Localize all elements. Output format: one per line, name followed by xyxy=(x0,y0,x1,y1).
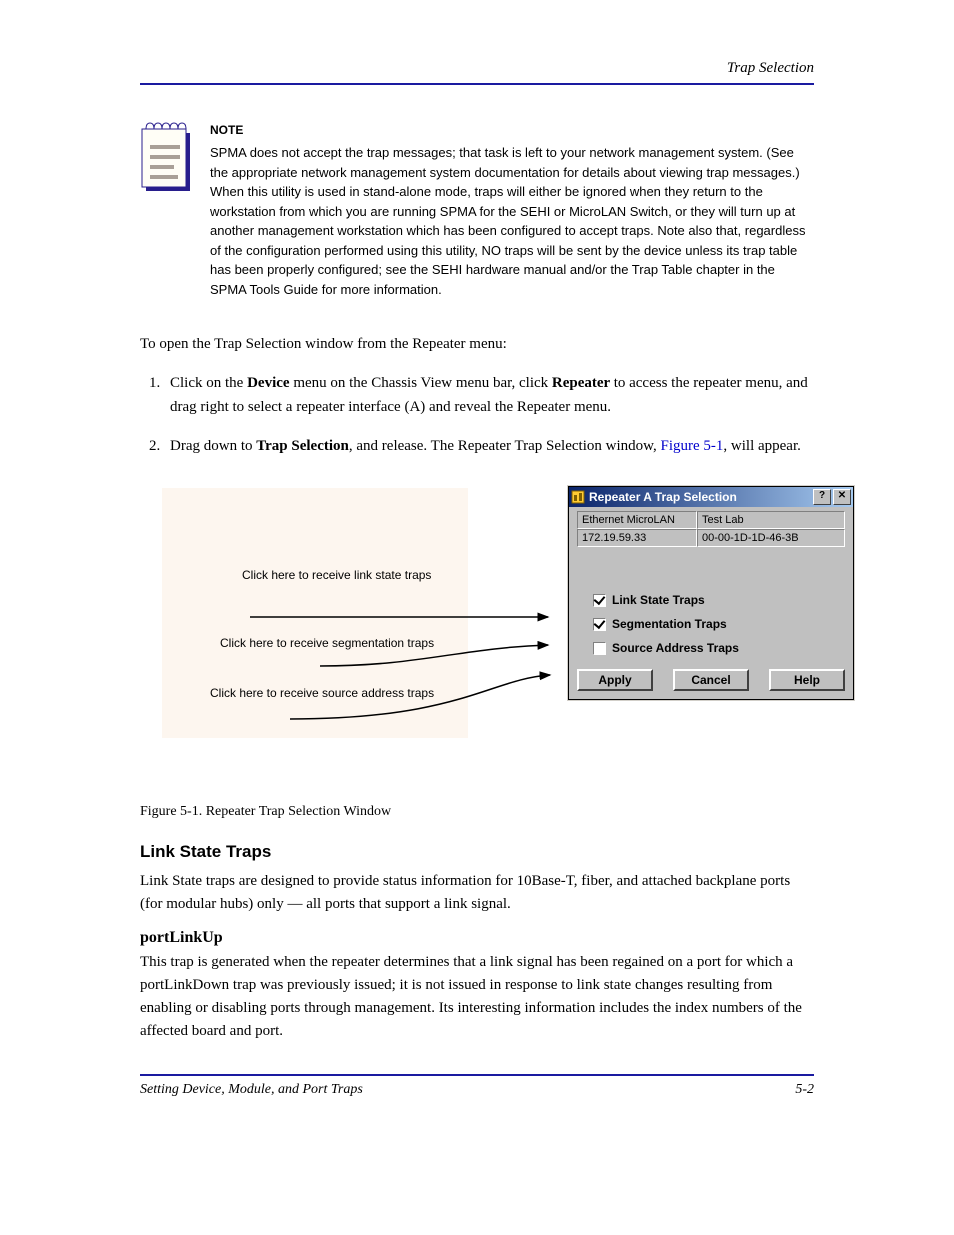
annotation-link-state: Click here to receive link state traps xyxy=(242,568,431,582)
link-state-traps-checkbox[interactable] xyxy=(593,594,606,607)
section-body-1: Link State traps are designed to provide… xyxy=(140,870,814,917)
footer-left: Setting Device, Module, and Port Traps xyxy=(140,1082,363,1098)
info-location: Test Lab xyxy=(697,511,845,529)
step-1: Click on the Device menu on the Chassis … xyxy=(164,372,814,419)
source-address-traps-checkbox[interactable] xyxy=(593,642,606,655)
note-block: NOTE SPMA does not accept the trap messa… xyxy=(140,121,814,299)
notepad-icon xyxy=(140,121,192,193)
annotation-segmentation: Click here to receive segmentation traps xyxy=(220,636,434,650)
figure-area: Click here to receive link state traps C… xyxy=(140,486,814,786)
section-body-2: This trap is generated when the repeater… xyxy=(140,951,814,1044)
figure-caption: Figure 5-1. Repeater Trap Selection Wind… xyxy=(140,804,814,820)
annotation-panel: Click here to receive link state traps C… xyxy=(162,488,468,738)
segmentation-traps-label: Segmentation Traps xyxy=(612,617,727,631)
note-label: NOTE xyxy=(210,121,814,137)
close-titlebar-button[interactable]: ✕ xyxy=(833,489,851,505)
source-address-traps-row[interactable]: Source Address Traps xyxy=(593,641,841,655)
section-heading-link-state: Link State Traps xyxy=(140,842,814,862)
info-ip: 172.19.59.33 xyxy=(577,529,697,547)
section-subheading-portlinkup: portLinkUp xyxy=(140,929,814,947)
segmentation-traps-row[interactable]: Segmentation Traps xyxy=(593,617,841,631)
note-body: SPMA does not accept the trap messages; … xyxy=(210,143,814,299)
info-mac: 00-00-1D-1D-46-3B xyxy=(697,529,845,547)
help-button[interactable]: Help xyxy=(769,669,845,691)
app-icon xyxy=(571,490,585,504)
dialog-info-grid: Ethernet MicroLAN Test Lab 172.19.59.33 … xyxy=(577,511,845,547)
dialog-titlebar[interactable]: Repeater A Trap Selection ? ✕ xyxy=(569,487,853,507)
link-state-traps-row[interactable]: Link State Traps xyxy=(593,593,841,607)
info-device-name: Ethernet MicroLAN xyxy=(577,511,697,529)
annotation-source-address: Click here to receive source address tra… xyxy=(210,686,434,700)
footer-rule xyxy=(140,1074,814,1076)
link-state-traps-label: Link State Traps xyxy=(612,593,705,607)
page-footer: Setting Device, Module, and Port Traps 5… xyxy=(140,1082,814,1098)
apply-button[interactable]: Apply xyxy=(577,669,653,691)
segmentation-traps-checkbox[interactable] xyxy=(593,618,606,631)
steps-list: Click on the Device menu on the Chassis … xyxy=(140,372,814,458)
trap-selection-dialog: Repeater A Trap Selection ? ✕ Ethernet M… xyxy=(568,486,854,700)
cancel-button[interactable]: Cancel xyxy=(673,669,749,691)
dialog-title: Repeater A Trap Selection xyxy=(589,490,811,504)
help-titlebar-button[interactable]: ? xyxy=(813,489,831,505)
step-2: Drag down to Trap Selection, and release… xyxy=(164,435,814,458)
page-header-section: Trap Selection xyxy=(140,60,814,77)
source-address-traps-label: Source Address Traps xyxy=(612,641,739,655)
header-rule xyxy=(140,83,814,85)
footer-page-num: 5-2 xyxy=(795,1082,814,1098)
intro-text: To open the Trap Selection window from t… xyxy=(140,333,814,356)
